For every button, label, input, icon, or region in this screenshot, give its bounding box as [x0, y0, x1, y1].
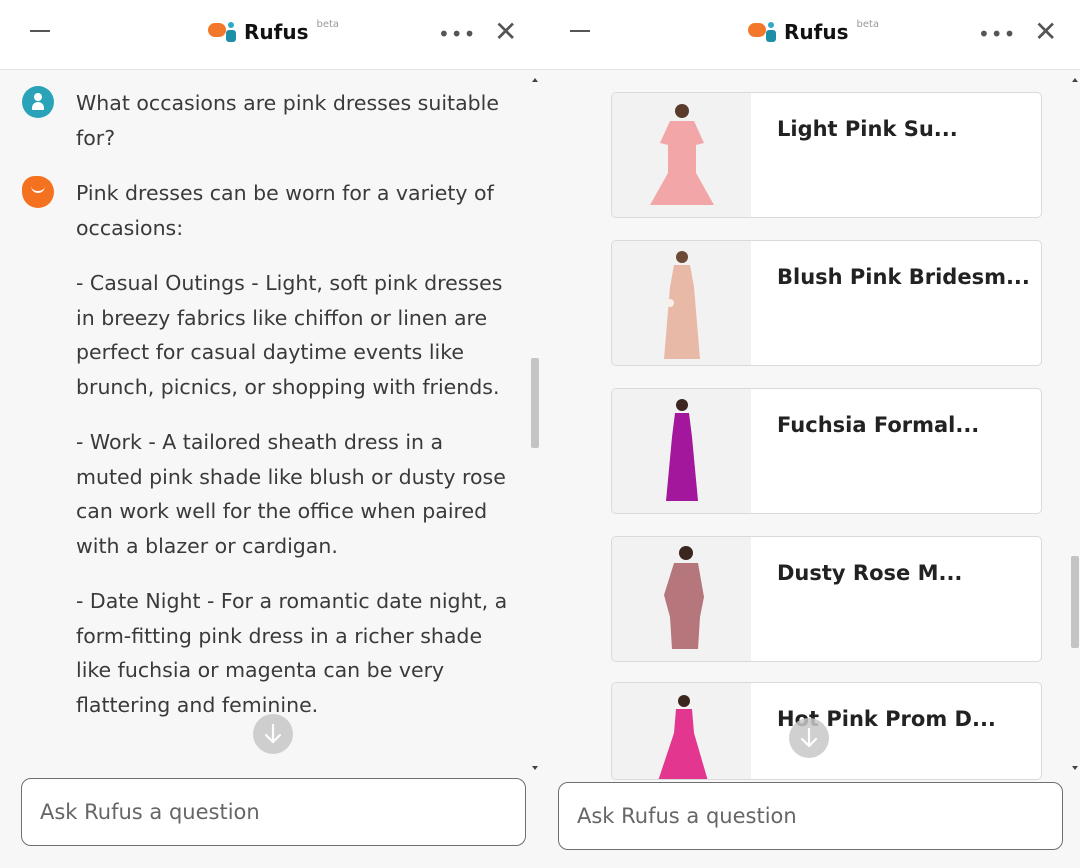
chat-header: Rufus beta ••• ✕ [0, 0, 540, 70]
product-card[interactable]: Blush Pink Bridesm... [611, 240, 1042, 366]
question-input-box[interactable] [558, 782, 1063, 850]
scroll-down-icon[interactable] [532, 766, 538, 770]
product-image [612, 683, 751, 779]
product-image [612, 93, 751, 217]
scroll-up-icon[interactable] [532, 78, 538, 82]
product-image [612, 537, 751, 661]
assistant-paragraph: - Work - A tailored sheath dress in a mu… [76, 430, 506, 558]
rufus-logo-icon [208, 20, 238, 44]
close-icon[interactable]: ✕ [494, 18, 517, 46]
scroll-up-icon[interactable] [1072, 78, 1078, 82]
scrollbar[interactable] [1070, 76, 1080, 776]
scroll-thumb[interactable] [531, 358, 539, 448]
chat-panel-left: Rufus beta ••• ✕ What occasions are pink… [0, 0, 540, 868]
arrow-down-icon [264, 723, 282, 744]
brand-name: Rufus [244, 20, 309, 44]
minimize-icon[interactable] [570, 30, 590, 32]
product-card[interactable]: Light Pink Su... [611, 92, 1042, 218]
beta-badge: beta [316, 18, 340, 30]
arrow-down-icon [800, 727, 818, 748]
question-input[interactable] [559, 783, 1062, 849]
product-image [612, 389, 751, 513]
user-message-text: What occasions are pink dresses suitable… [76, 91, 499, 150]
question-input[interactable] [22, 779, 525, 845]
assistant-paragraph: - Casual Outings - Light, soft pink dres… [76, 271, 503, 399]
close-icon[interactable]: ✕ [1034, 18, 1057, 46]
question-input-box[interactable] [21, 778, 526, 846]
brand-name: Rufus [784, 20, 849, 44]
product-title: Dusty Rose M... [777, 561, 963, 585]
scroll-down-icon[interactable] [1072, 766, 1078, 770]
product-title: Fuchsia Formal... [777, 413, 980, 437]
product-card[interactable]: Dusty Rose M... [611, 536, 1042, 662]
product-card[interactable]: Fuchsia Formal... [611, 388, 1042, 514]
product-title: Light Pink Su... [777, 117, 958, 141]
scroll-thumb[interactable] [1071, 556, 1079, 648]
assistant-paragraph: - Date Night - For a romantic date night… [76, 589, 508, 717]
scroll-to-bottom-button[interactable] [789, 718, 829, 758]
brand: Rufus beta [208, 16, 339, 48]
assistant-paragraph: Pink dresses can be worn for a variety o… [76, 181, 494, 240]
product-title: Blush Pink Bridesm... [777, 265, 1030, 289]
chat-header: Rufus beta ••• ✕ [540, 0, 1080, 70]
minimize-icon[interactable] [30, 30, 50, 32]
more-icon[interactable]: ••• [978, 22, 1016, 46]
brand: Rufus beta [748, 16, 879, 48]
scrollbar[interactable] [530, 76, 540, 776]
more-icon[interactable]: ••• [438, 22, 476, 46]
beta-badge: beta [856, 18, 880, 30]
rufus-avatar-icon [22, 176, 54, 208]
product-image [612, 241, 751, 365]
scroll-to-bottom-button[interactable] [253, 714, 293, 754]
user-avatar-icon [22, 86, 54, 118]
rufus-logo-icon [748, 20, 778, 44]
chat-panel-right: Rufus beta ••• ✕ Light Pink Su... Blush … [540, 0, 1080, 868]
assistant-message-text: Pink dresses can be worn for a variety o… [76, 176, 516, 743]
